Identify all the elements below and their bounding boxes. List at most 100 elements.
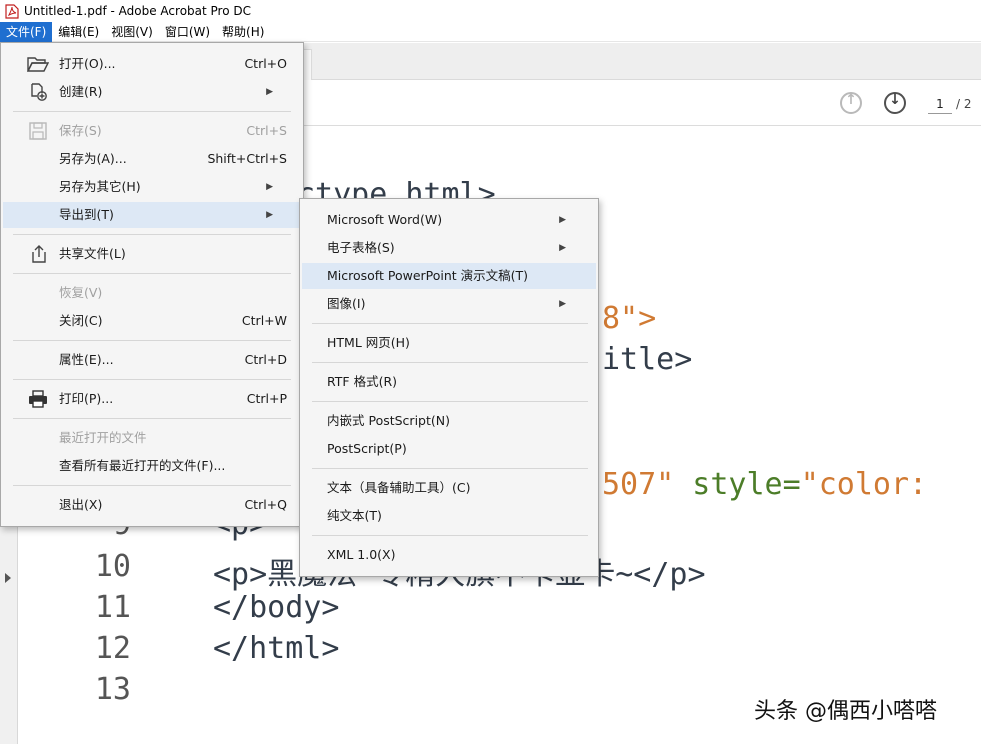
menu-item-label: 内嵌式 PostScript(N) — [327, 413, 450, 428]
title-bar: Untitled-1.pdf - Adobe Acrobat Pro DC — [0, 0, 981, 22]
arrow-up-icon: ↑ — [845, 92, 857, 108]
menu-separator — [13, 379, 291, 380]
folder-open-icon — [26, 55, 50, 73]
menu-edit[interactable]: 编辑(E) — [52, 22, 105, 42]
save-icon — [27, 122, 49, 140]
menu-item-export-to[interactable]: 导出到(T) ▶ — [3, 202, 301, 228]
submenu-arrow-icon: ▶ — [266, 182, 273, 192]
code-p1-attr: style= — [674, 467, 801, 502]
export-powerpoint[interactable]: Microsoft PowerPoint 演示文稿(T) — [302, 263, 596, 289]
menu-item-shortcut: Ctrl+P — [246, 391, 287, 406]
menu-item-label: 最近打开的文件 — [59, 430, 147, 445]
menu-separator — [13, 418, 291, 419]
submenu-arrow-icon: ▶ — [266, 210, 273, 220]
export-rtf[interactable]: RTF 格式(R) — [302, 369, 596, 395]
menu-item-exit[interactable]: 退出(X) Ctrl+Q — [3, 492, 301, 518]
menu-item-label: XML 1.0(X) — [327, 547, 396, 562]
acrobat-icon — [5, 3, 19, 19]
menu-item-properties[interactable]: 属性(E)... Ctrl+D — [3, 347, 301, 373]
code-p1-value: "color: — [800, 467, 928, 502]
menu-item-shortcut: Shift+Ctrl+S — [207, 151, 287, 166]
menu-item-label: 查看所有最近打开的文件(F)... — [59, 458, 226, 473]
previous-page-button[interactable]: ↑ — [840, 92, 862, 114]
menu-item-label: 另存为(A)... — [59, 151, 127, 166]
code-fragment-title: itle> — [602, 342, 693, 377]
menu-item-shortcut: Ctrl+W — [241, 313, 287, 328]
file-menu: 打开(O)... Ctrl+O 创建(R) ▶ 保存(S) Ctrl+S 另存为… — [0, 42, 304, 527]
export-postscript[interactable]: PostScript(P) — [302, 436, 596, 462]
code-p1-id: 507" — [602, 467, 675, 502]
menu-item-label: RTF 格式(R) — [327, 374, 398, 389]
menu-separator — [312, 323, 588, 324]
menu-item-label: 关闭(C) — [59, 313, 103, 328]
menu-item-label: Microsoft Word(W) — [327, 212, 443, 227]
menu-item-label: 图像(I) — [327, 296, 366, 311]
menu-separator — [312, 401, 588, 402]
menu-separator — [13, 111, 291, 112]
menu-item-label: 文本（具备辅助工具）(C) — [327, 480, 471, 495]
menu-item-shortcut: Ctrl+S — [246, 123, 287, 138]
menu-item-label: PostScript(P) — [327, 441, 407, 456]
menu-separator — [312, 362, 588, 363]
submenu-arrow-icon: ▶ — [559, 215, 566, 225]
export-word[interactable]: Microsoft Word(W) ▶ — [302, 207, 596, 233]
menu-help[interactable]: 帮助(H) — [216, 22, 270, 42]
menu-view[interactable]: 视图(V) — [105, 22, 159, 42]
menu-item-view-recent[interactable]: 查看所有最近打开的文件(F)... — [3, 453, 301, 479]
export-embedded-postscript[interactable]: 内嵌式 PostScript(N) — [302, 408, 596, 434]
watermark: 头条 @偶西小嗒嗒 — [754, 699, 937, 724]
menu-item-shortcut: Ctrl+Q — [244, 497, 287, 512]
menu-item-label: 导出到(T) — [59, 207, 114, 222]
menu-item-revert[interactable]: 恢复(V) — [3, 280, 301, 306]
window-title: Untitled-1.pdf - Adobe Acrobat Pro DC — [24, 4, 252, 18]
menu-separator — [13, 340, 291, 341]
menu-item-create[interactable]: 创建(R) ▶ — [3, 79, 301, 105]
code-line-11: </body> — [213, 590, 340, 625]
page-number-input[interactable]: 1 — [928, 94, 952, 114]
menu-separator — [312, 468, 588, 469]
menu-item-print[interactable]: 打印(P)... Ctrl+P — [3, 386, 301, 412]
menu-item-label: 属性(E)... — [59, 352, 114, 367]
menu-separator — [13, 485, 291, 486]
menu-item-save-as-other[interactable]: 另存为其它(H) ▶ — [3, 174, 301, 200]
export-plain-text[interactable]: 纯文本(T) — [302, 503, 596, 529]
menu-item-shortcut: Ctrl+O — [244, 56, 287, 71]
menu-item-open[interactable]: 打开(O)... Ctrl+O — [3, 51, 301, 77]
line-number-12: 12 — [94, 631, 131, 666]
menu-item-save-as[interactable]: 另存为(A)... Shift+Ctrl+S — [3, 146, 301, 172]
code-fragment-meta: 8"> — [602, 301, 657, 336]
menu-window[interactable]: 窗口(W) — [159, 22, 216, 42]
menu-item-label: 恢复(V) — [59, 285, 103, 300]
create-pdf-icon — [27, 83, 49, 101]
export-accessible-text[interactable]: 文本（具备辅助工具）(C) — [302, 475, 596, 501]
menu-item-save[interactable]: 保存(S) Ctrl+S — [3, 118, 301, 144]
export-spreadsheet[interactable]: 电子表格(S) ▶ — [302, 235, 596, 261]
menu-item-label: Microsoft PowerPoint 演示文稿(T) — [327, 268, 529, 283]
menu-item-shortcut: Ctrl+D — [244, 352, 287, 367]
menu-separator — [13, 273, 291, 274]
export-submenu: Microsoft Word(W) ▶ 电子表格(S) ▶ Microsoft … — [299, 198, 599, 577]
menu-bar: 文件(F) 编辑(E) 视图(V) 窗口(W) 帮助(H) — [0, 21, 981, 42]
export-image[interactable]: 图像(I) ▶ — [302, 291, 596, 317]
menu-item-label: HTML 网页(H) — [327, 335, 410, 350]
page-total: / 2 — [956, 97, 972, 111]
code-line-12: </html> — [213, 631, 340, 666]
menu-item-label: 打开(O)... — [59, 56, 116, 71]
export-html[interactable]: HTML 网页(H) — [302, 330, 596, 356]
export-xml[interactable]: XML 1.0(X) — [302, 542, 596, 568]
next-page-button[interactable]: ↓ — [884, 92, 906, 114]
menu-item-share[interactable]: 共享文件(L) — [3, 241, 301, 267]
code-fragment-p1: 507" style="color: — [602, 467, 927, 502]
menu-item-label: 退出(X) — [59, 497, 103, 512]
menu-item-label: 纯文本(T) — [327, 508, 382, 523]
menu-item-close[interactable]: 关闭(C) Ctrl+W — [3, 308, 301, 334]
menu-item-label: 共享文件(L) — [59, 246, 126, 261]
line-number-11: 11 — [94, 590, 131, 625]
menu-file[interactable]: 文件(F) — [0, 21, 53, 42]
menu-item-label: 电子表格(S) — [327, 240, 395, 255]
menu-separator — [13, 234, 291, 235]
line-number-13: 13 — [94, 672, 131, 707]
menu-item-label: 另存为其它(H) — [59, 179, 141, 194]
submenu-arrow-icon: ▶ — [559, 299, 566, 309]
expand-panel-icon[interactable] — [5, 573, 11, 583]
